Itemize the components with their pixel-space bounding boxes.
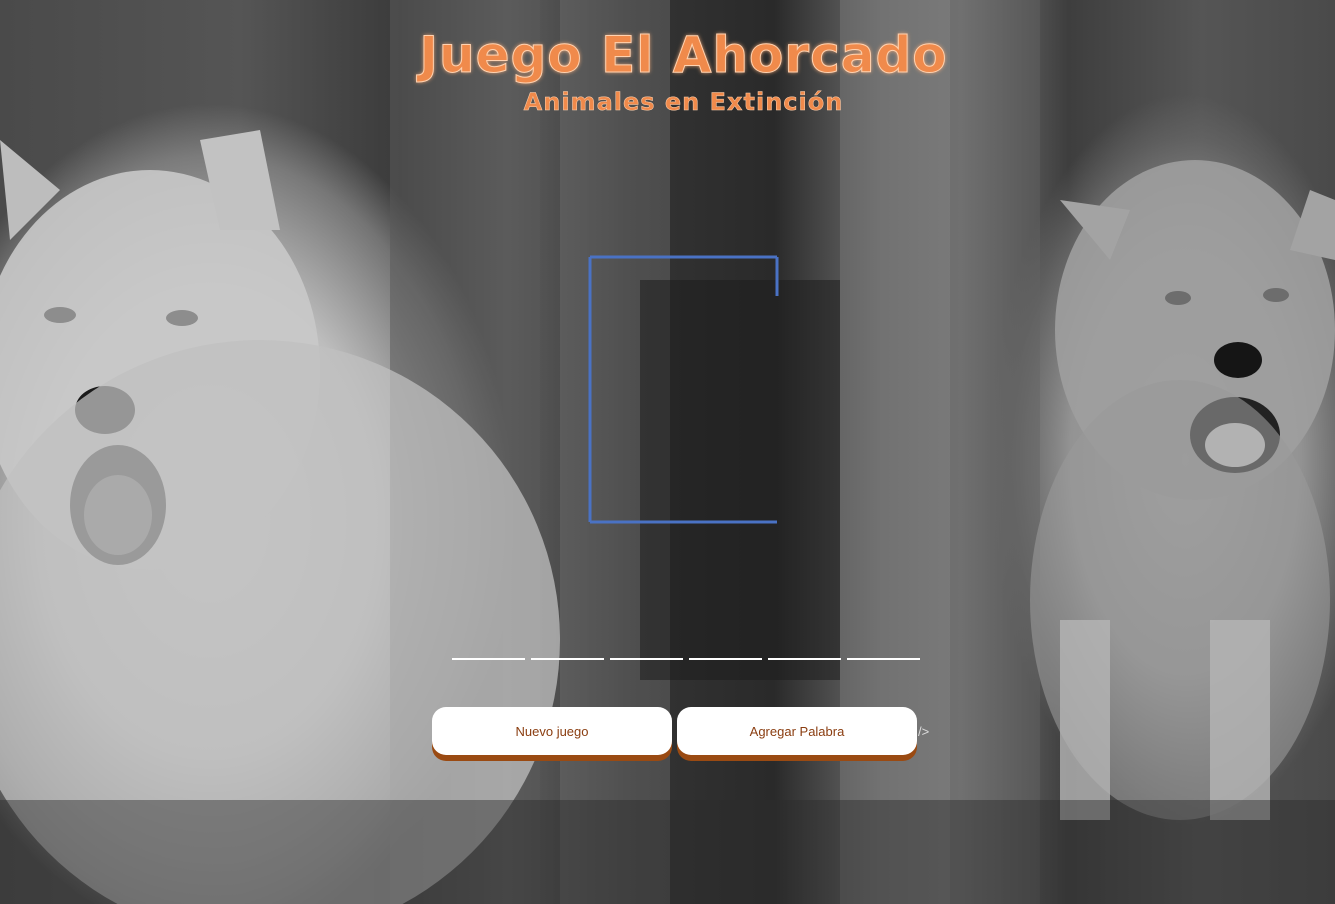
add-word-button[interactable]: Agregar Palabra bbox=[677, 707, 917, 755]
letter-slot bbox=[610, 652, 683, 660]
letter-slot bbox=[847, 652, 920, 660]
game-subtitle: Animales en Extinción bbox=[523, 88, 844, 117]
hangman-gallows bbox=[588, 255, 779, 524]
new-game-button[interactable]: Nuevo juego bbox=[432, 707, 672, 755]
letter-slot bbox=[531, 652, 604, 660]
letter-slot bbox=[452, 652, 525, 660]
letter-slot bbox=[689, 652, 762, 660]
word-letter-slots bbox=[452, 652, 920, 660]
game-title: Juego El Ahorcado bbox=[419, 26, 948, 85]
stray-markup-text: /> bbox=[918, 724, 930, 739]
game-controls: Nuevo juego Agregar Palabra bbox=[432, 707, 917, 755]
letter-slot bbox=[768, 652, 841, 660]
